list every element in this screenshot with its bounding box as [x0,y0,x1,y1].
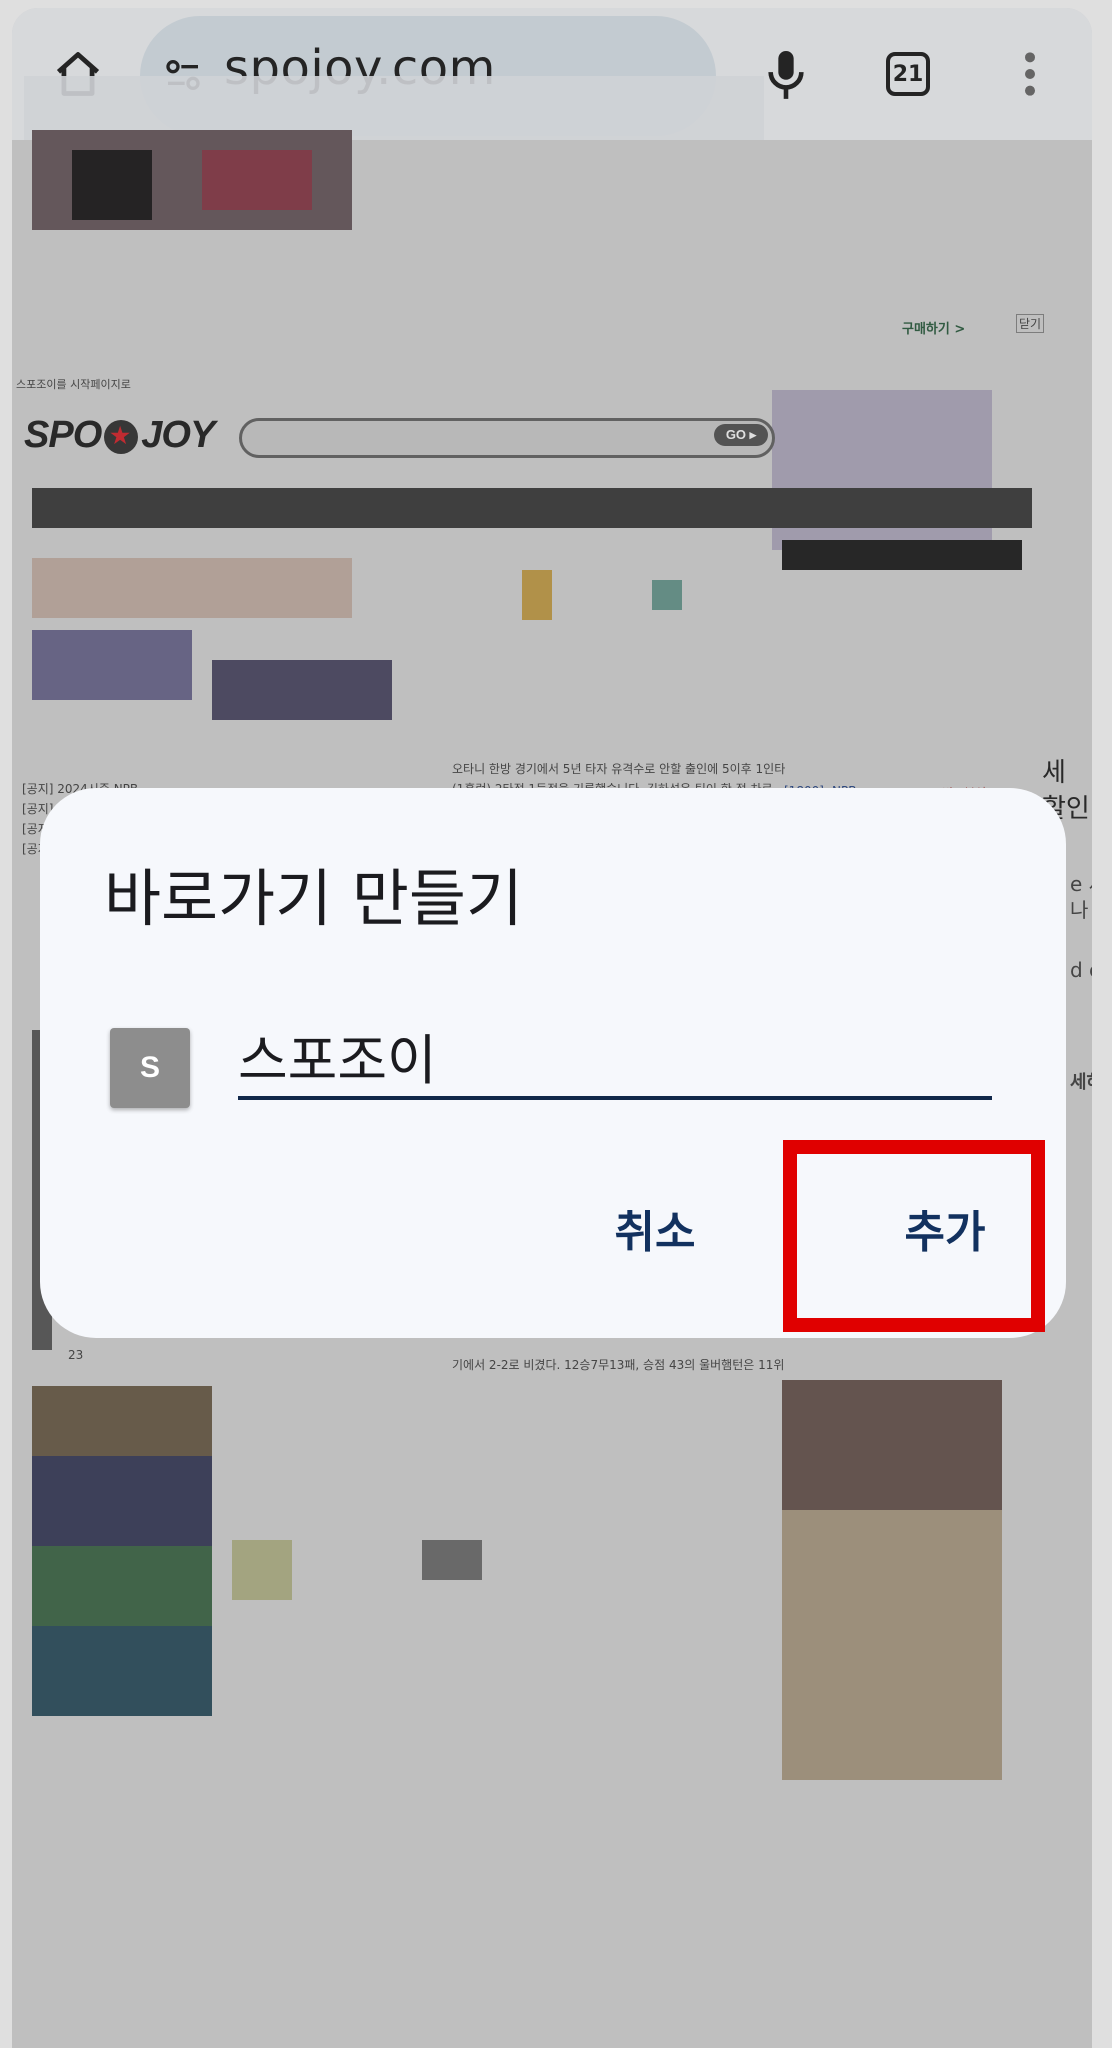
site-favicon: S [110,1028,190,1108]
cancel-button[interactable]: 취소 [580,1188,730,1268]
shortcut-name-input[interactable] [238,1014,992,1100]
dialog-title: 바로가기 만들기 [104,862,523,935]
highlight-box [783,1140,1045,1332]
